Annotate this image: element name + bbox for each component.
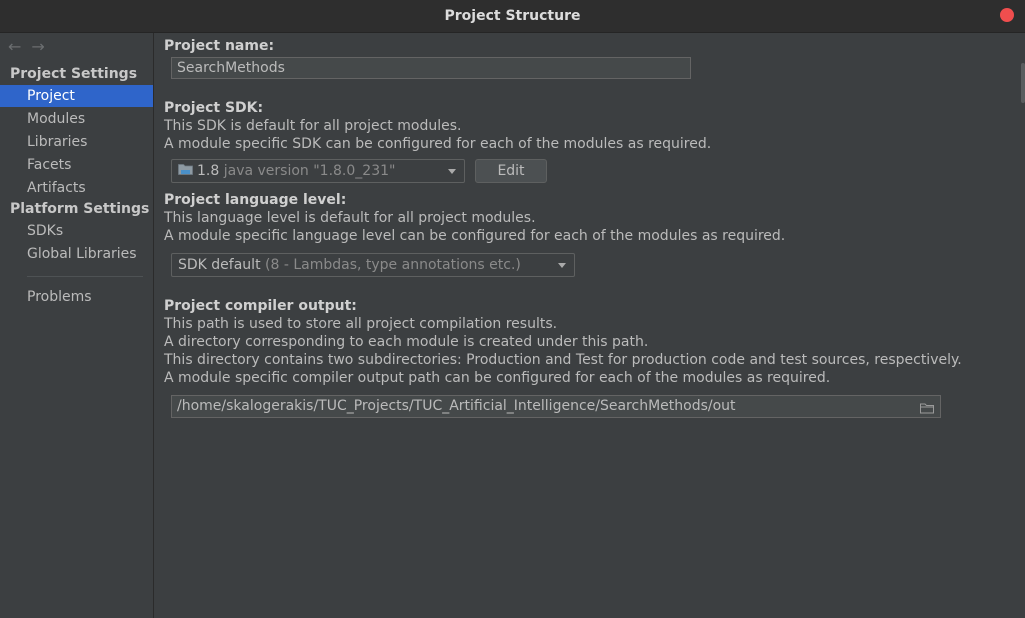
compiler-output-desc-4: A module specific compiler output path c…: [164, 370, 831, 386]
project-sdk-select[interactable]: 1.8 java version "1.8.0_231": [171, 159, 465, 183]
compiler-output-desc-1: This path is used to store all project c…: [164, 316, 558, 332]
browse-folder-icon[interactable]: [920, 400, 934, 421]
project-sdk-desc-2: A module specific SDK can be configured …: [164, 136, 712, 152]
language-level-detail: (8 - Lambdas, type annotations etc.): [265, 257, 521, 273]
project-sdk-label: Project SDK:: [164, 100, 264, 116]
chevron-down-icon: [448, 169, 456, 174]
scrollbar[interactable]: [1021, 63, 1025, 103]
sidebar-item-libraries[interactable]: Libraries: [0, 131, 153, 153]
project-name-input[interactable]: SearchMethods: [171, 57, 691, 79]
sdk-detail: java version "1.8.0_231": [223, 163, 396, 179]
language-level-value: SDK default: [178, 257, 261, 273]
sidebar-divider: [27, 276, 143, 277]
sidebar-item-problems[interactable]: Problems: [0, 286, 153, 308]
sdk-folder-icon: [178, 160, 193, 182]
language-level-desc-1: This language level is default for all p…: [164, 210, 536, 226]
compiler-output-path: /home/skalogerakis/TUC_Projects/TUC_Arti…: [177, 398, 736, 414]
project-sdk-desc-1: This SDK is default for all project modu…: [164, 118, 462, 134]
edit-sdk-button[interactable]: Edit: [475, 159, 547, 183]
title-bar: Project Structure: [0, 0, 1025, 33]
window-title: Project Structure: [444, 8, 581, 24]
close-button[interactable]: [1000, 8, 1014, 22]
compiler-output-label: Project compiler output:: [164, 298, 357, 314]
sidebar-item-artifacts[interactable]: Artifacts: [0, 177, 153, 199]
sidebar: ← → Project Settings Project Modules Libr…: [0, 33, 154, 618]
platform-settings-header: Platform Settings: [10, 201, 150, 217]
compiler-output-path-input[interactable]: /home/skalogerakis/TUC_Projects/TUC_Arti…: [171, 395, 941, 418]
forward-arrow-icon[interactable]: →: [31, 37, 44, 56]
compiler-output-desc-3: This directory contains two subdirectori…: [164, 352, 962, 368]
project-settings-header: Project Settings: [10, 66, 138, 82]
sidebar-item-project[interactable]: Project: [0, 85, 153, 107]
project-settings-panel: Project name: SearchMethods Project SDK:…: [154, 33, 1025, 618]
nav-arrows: ← →: [8, 37, 55, 56]
sidebar-item-global-libraries[interactable]: Global Libraries: [0, 243, 153, 265]
sidebar-item-facets[interactable]: Facets: [0, 154, 153, 176]
sidebar-item-modules[interactable]: Modules: [0, 108, 153, 130]
sdk-version: 1.8: [197, 163, 220, 179]
compiler-output-desc-2: A directory corresponding to each module…: [164, 334, 649, 350]
sidebar-item-sdks[interactable]: SDKs: [0, 220, 153, 242]
language-level-label: Project language level:: [164, 192, 347, 208]
project-name-label: Project name:: [164, 38, 275, 54]
back-arrow-icon[interactable]: ←: [8, 37, 21, 56]
project-structure-window: Project Structure ← → Project Settings Pr…: [0, 0, 1025, 618]
chevron-down-icon: [558, 263, 566, 268]
language-level-desc-2: A module specific language level can be …: [164, 228, 786, 244]
language-level-select[interactable]: SDK default (8 - Lambdas, type annotatio…: [171, 253, 575, 277]
